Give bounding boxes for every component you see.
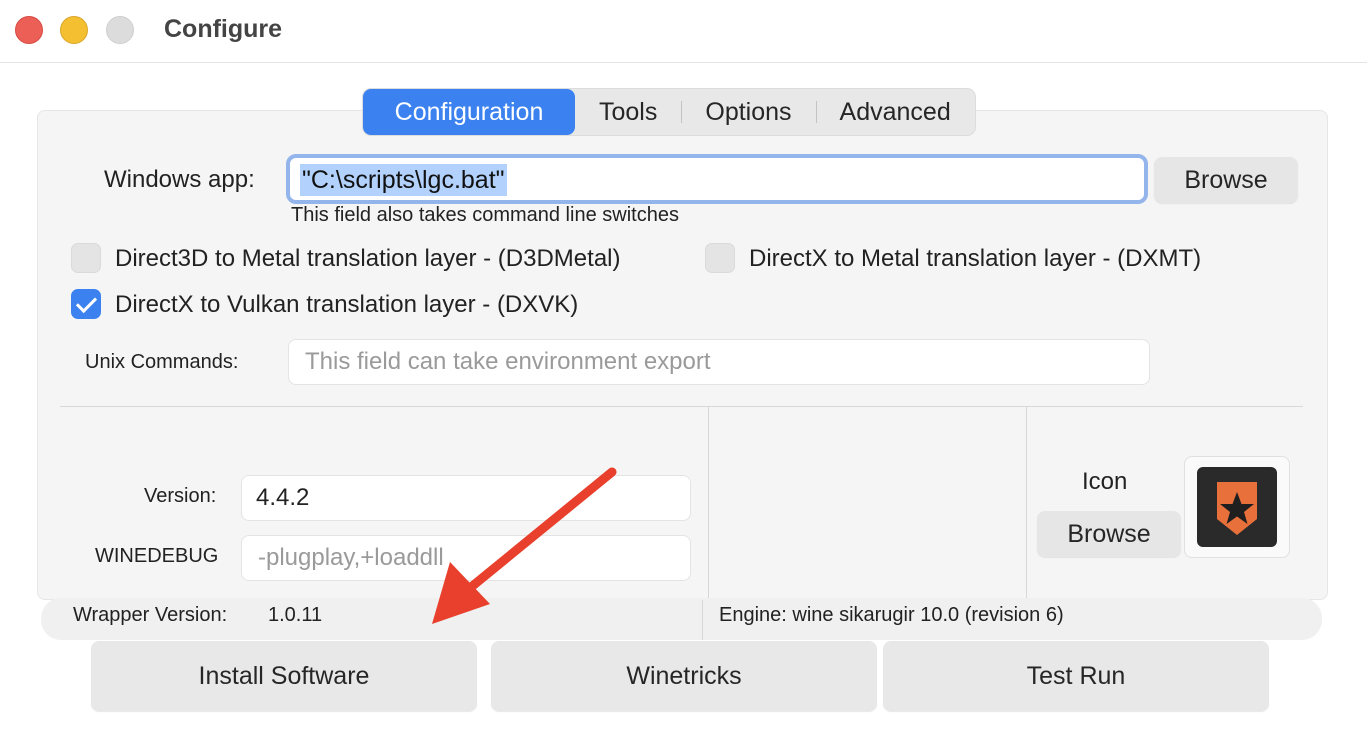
tab-options[interactable]: Options [681, 89, 815, 135]
engine-info: Engine: wine sikarugir 10.0 (revision 6) [719, 604, 1064, 626]
icon-label: Icon [1082, 468, 1128, 495]
windows-app-input[interactable]: "C:\scripts\lgc.bat" [286, 154, 1148, 204]
windows-app-hint: This field also takes command line switc… [291, 204, 679, 226]
unix-commands-input[interactable] [303, 347, 1135, 377]
status-divider [702, 600, 703, 640]
d3dmetal-label: Direct3D to Metal translation layer - (D… [115, 245, 621, 272]
minimize-button[interactable] [60, 16, 88, 44]
dxmt-checkbox[interactable] [705, 243, 735, 273]
dxvk-checkbox[interactable] [71, 289, 101, 319]
unix-commands-field[interactable] [288, 339, 1150, 385]
star-badge-icon [1217, 482, 1257, 535]
version-value: 4.4.2 [256, 484, 310, 511]
winetricks-button[interactable]: Winetricks [491, 641, 877, 711]
version-label: Version: [144, 485, 217, 507]
app-icon-well[interactable] [1184, 456, 1290, 558]
tab-bar: Configuration Tools Options Advanced [362, 88, 976, 136]
column-divider-right [1026, 406, 1027, 598]
windows-app-value: "C:\scripts\lgc.bat" [300, 164, 507, 196]
window-title: Configure [164, 15, 283, 43]
version-field[interactable]: 4.4.2 [241, 475, 691, 521]
d3dmetal-checkbox[interactable] [71, 243, 101, 273]
configure-window: Configure Configuration Tools Options Ad… [0, 0, 1367, 742]
column-divider-left [708, 406, 709, 598]
windows-app-browse-button[interactable]: Browse [1154, 157, 1298, 203]
close-button[interactable] [15, 16, 43, 44]
tab-tools[interactable]: Tools [575, 89, 681, 135]
install-software-button[interactable]: Install Software [91, 641, 477, 711]
windows-app-label: Windows app: [104, 166, 255, 193]
winedebug-label: WINEDEBUG [95, 545, 219, 567]
wrapper-version-label: Wrapper Version: [73, 604, 228, 626]
status-bar [41, 598, 1322, 640]
icon-browse-button[interactable]: Browse [1037, 511, 1181, 557]
app-icon [1197, 467, 1277, 547]
dxmt-label: DirectX to Metal translation layer - (DX… [749, 245, 1202, 272]
winedebug-input[interactable] [256, 543, 676, 573]
tab-advanced[interactable]: Advanced [815, 89, 975, 135]
test-run-button[interactable]: Test Run [883, 641, 1269, 711]
zoom-button[interactable] [106, 16, 134, 44]
section-divider [60, 406, 1303, 407]
dxvk-label: DirectX to Vulkan translation layer - (D… [115, 291, 579, 318]
winedebug-field[interactable] [241, 535, 691, 581]
unix-commands-label: Unix Commands: [85, 351, 239, 373]
wrapper-version-value: 1.0.11 [268, 604, 323, 626]
tab-configuration[interactable]: Configuration [363, 89, 575, 135]
title-bar: Configure [0, 0, 1367, 63]
